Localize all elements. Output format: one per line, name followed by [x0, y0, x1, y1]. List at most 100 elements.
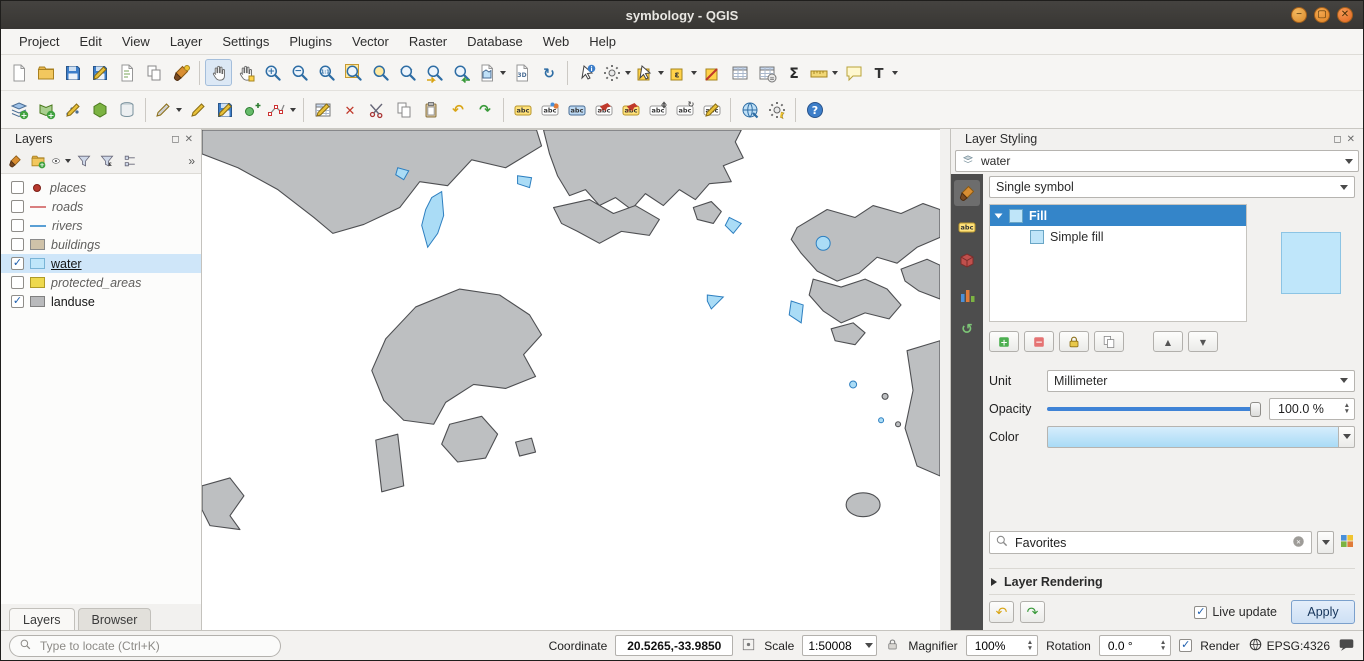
spin-arrows-icon[interactable]: ▲▼ [1158, 640, 1168, 652]
layer-diagram-icon[interactable]: abc [536, 96, 563, 123]
zoom-last-icon[interactable] [421, 59, 448, 86]
styling-tab-3d-view-icon[interactable] [954, 248, 980, 274]
maximize-button-icon[interactable]: ▢ [1314, 7, 1330, 23]
scale-lock-icon[interactable] [885, 637, 900, 655]
symbol-type-combo[interactable]: Single symbol [989, 176, 1355, 198]
save-project-as-icon[interactable] [86, 59, 113, 86]
locate-search-box[interactable] [9, 635, 281, 657]
zoom-to-layer-icon[interactable] [394, 59, 421, 86]
close-button-icon[interactable]: ✕ [1337, 7, 1353, 23]
log-messages-icon[interactable] [1338, 636, 1355, 656]
layer-name[interactable]: roads [52, 200, 83, 214]
style-manager-icon[interactable] [1339, 533, 1355, 552]
render-checkbox[interactable] [1179, 639, 1192, 652]
layer-visibility-checkbox[interactable] [11, 200, 24, 213]
add-vector-layer-icon[interactable]: + [32, 96, 59, 123]
menu-web[interactable]: Web [533, 30, 580, 53]
menu-raster[interactable]: Raster [399, 30, 457, 53]
layer-visibility-checkbox[interactable] [11, 219, 24, 232]
layer-rendering-section[interactable]: Layer Rendering [989, 568, 1355, 594]
scale-combo[interactable] [802, 635, 877, 656]
layer-name[interactable]: rivers [52, 219, 83, 233]
new-print-layout-icon[interactable] [113, 59, 140, 86]
new-map-view-icon[interactable] [475, 59, 508, 86]
select-features-icon[interactable] [633, 59, 666, 86]
new-geopackage-layer-icon[interactable] [86, 96, 113, 123]
open-layer-styling-icon[interactable] [5, 151, 25, 171]
panel-tab-browser[interactable]: Browser [78, 608, 152, 630]
color-swatch[interactable] [1047, 426, 1338, 448]
menu-plugins[interactable]: Plugins [279, 30, 342, 53]
map-canvas[interactable] [202, 129, 940, 630]
titlebar[interactable]: symbology - QGIS − ▢ ✕ [1, 1, 1363, 29]
menu-edit[interactable]: Edit [69, 30, 111, 53]
move-label-icon[interactable]: abc [644, 96, 671, 123]
save-layer-edits-icon[interactable] [211, 96, 238, 123]
open-project-icon[interactable] [32, 59, 59, 86]
color-dropdown-button[interactable] [1338, 426, 1355, 448]
layer-visibility-checkbox[interactable] [11, 238, 24, 251]
menu-layer[interactable]: Layer [160, 30, 213, 53]
new-virtual-layer-icon[interactable] [113, 96, 140, 123]
live-update-checkbox[interactable] [1194, 606, 1207, 619]
layer-visibility-checkbox[interactable] [11, 295, 24, 308]
crs-status[interactable]: EPSG:4326 [1248, 637, 1330, 655]
styling-tab-diagrams-icon[interactable] [954, 282, 980, 308]
osm-place-search-icon[interactable] [736, 96, 763, 123]
symbol-search-box[interactable]: Favorites ✕ [989, 531, 1312, 554]
label-highlight-icon[interactable]: abc [563, 96, 590, 123]
help-icon[interactable]: ? [801, 96, 828, 123]
vertex-tool-icon[interactable] [265, 96, 298, 123]
copy-features-icon[interactable] [390, 96, 417, 123]
undo-icon[interactable]: ↶ [444, 96, 471, 123]
layer-item-rivers[interactable]: rivers [1, 216, 201, 235]
slider-handle[interactable] [1250, 402, 1261, 417]
symbol-tree-item-simple-fill[interactable]: Simple fill [990, 226, 1246, 247]
zoom-out-icon[interactable]: − [286, 59, 313, 86]
expand-collapse-icon[interactable] [120, 151, 140, 171]
measure-line-icon[interactable] [807, 59, 840, 86]
layer-name[interactable]: landuse [51, 295, 95, 309]
new-shapefile-layer-icon[interactable] [59, 96, 86, 123]
identify-features-icon[interactable]: i [573, 59, 600, 86]
current-edits-icon[interactable] [151, 96, 184, 123]
open-field-calculator-icon[interactable]: = [753, 59, 780, 86]
menu-database[interactable]: Database [457, 30, 533, 53]
add-symbol-layer-button[interactable]: + [989, 331, 1019, 352]
delete-selected-icon[interactable]: ✕ [336, 96, 363, 123]
new-project-icon[interactable] [5, 59, 32, 86]
style-manager-icon[interactable] [167, 59, 194, 86]
add-feature-icon[interactable] [238, 96, 265, 123]
statistical-summary-icon[interactable]: Σ [780, 59, 807, 86]
open-attribute-table-icon[interactable] [726, 59, 753, 86]
layer-name[interactable]: water [51, 257, 82, 271]
layer-item-water[interactable]: water [1, 254, 201, 273]
zoom-full-icon[interactable] [340, 59, 367, 86]
map-tips-icon[interactable] [840, 59, 867, 86]
toolbar-overflow-button[interactable]: » [188, 154, 197, 168]
opacity-slider[interactable] [1047, 399, 1261, 419]
magnifier-input[interactable] [973, 638, 1025, 654]
layer-item-protected_areas[interactable]: protected_areas [1, 273, 201, 292]
styling-tab-history-icon[interactable]: ↺ [954, 316, 980, 342]
zoom-to-selection-icon[interactable] [367, 59, 394, 86]
data-source-manager-icon[interactable]: + [5, 96, 32, 123]
filter-by-expression-icon[interactable]: ε [97, 151, 117, 171]
styling-tab-labels-icon[interactable]: abc [954, 214, 980, 240]
menu-help[interactable]: Help [579, 30, 626, 53]
layer-item-roads[interactable]: roads [1, 197, 201, 216]
select-by-expression-icon[interactable]: ε [666, 59, 699, 86]
close-panel-icon[interactable]: ✕ [185, 134, 193, 145]
change-label-icon[interactable]: abc [698, 96, 725, 123]
locate-search-input[interactable] [38, 638, 271, 654]
zoom-native-icon[interactable]: 1:1 [313, 59, 340, 86]
duplicate-symbol-layer-button[interactable] [1094, 331, 1124, 352]
clear-icon[interactable]: ✕ [1291, 534, 1306, 552]
float-panel-icon[interactable]: ◻ [171, 134, 179, 145]
layer-visibility-checkbox[interactable] [11, 181, 24, 194]
toggle-editing-icon[interactable] [184, 96, 211, 123]
zoom-in-icon[interactable]: + [259, 59, 286, 86]
undo-style-button[interactable]: ↶ [989, 601, 1014, 623]
panel-tab-layers[interactable]: Layers [9, 608, 75, 630]
lock-symbol-layer-button[interactable] [1059, 331, 1089, 352]
